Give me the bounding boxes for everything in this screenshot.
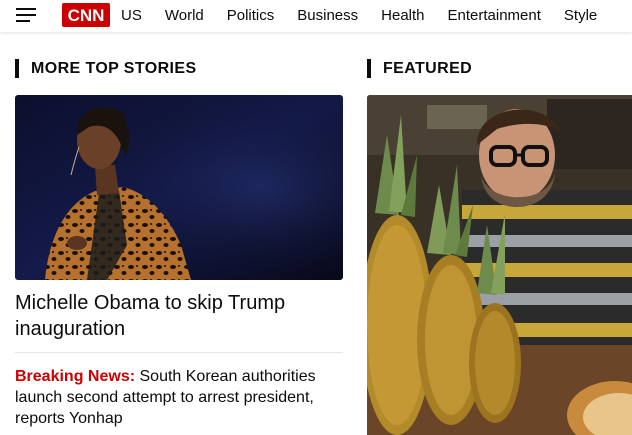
breaking-news-label: Breaking News: bbox=[15, 368, 136, 385]
nav-link-entertainment[interactable]: Entertainment bbox=[448, 7, 541, 24]
breaking-news-item[interactable]: Breaking News: South Korean authorities … bbox=[15, 366, 343, 429]
top-navigation: CNN US World Politics Business Health En… bbox=[0, 0, 632, 32]
more-top-stories-heading: MORE TOP STORIES bbox=[15, 59, 197, 78]
story-divider bbox=[15, 352, 343, 353]
primary-nav: US World Politics Business Health Entert… bbox=[121, 7, 620, 24]
speaker-photo bbox=[15, 95, 343, 280]
logo-text: CNN bbox=[68, 6, 105, 25]
menu-icon[interactable] bbox=[16, 6, 36, 22]
nav-link-business[interactable]: Business bbox=[297, 7, 358, 24]
nav-link-style[interactable]: Style bbox=[564, 7, 597, 24]
section-title: MORE TOP STORIES bbox=[31, 59, 197, 77]
nav-link-world[interactable]: World bbox=[165, 7, 204, 24]
nav-link-politics[interactable]: Politics bbox=[227, 7, 275, 24]
lead-story-headline[interactable]: Michelle Obama to skip Trump inauguratio… bbox=[15, 290, 335, 342]
lead-story-image[interactable] bbox=[15, 95, 343, 280]
section-marker bbox=[15, 59, 19, 78]
cnn-logo[interactable]: CNN bbox=[62, 3, 110, 27]
featured-story-image[interactable] bbox=[367, 95, 632, 435]
nav-link-us[interactable]: US bbox=[121, 7, 142, 24]
pineapple-photo bbox=[367, 95, 632, 435]
nav-link-health[interactable]: Health bbox=[381, 7, 424, 24]
featured-heading: FEATURED bbox=[367, 59, 472, 78]
section-title: FEATURED bbox=[383, 59, 473, 77]
section-marker bbox=[367, 59, 371, 78]
